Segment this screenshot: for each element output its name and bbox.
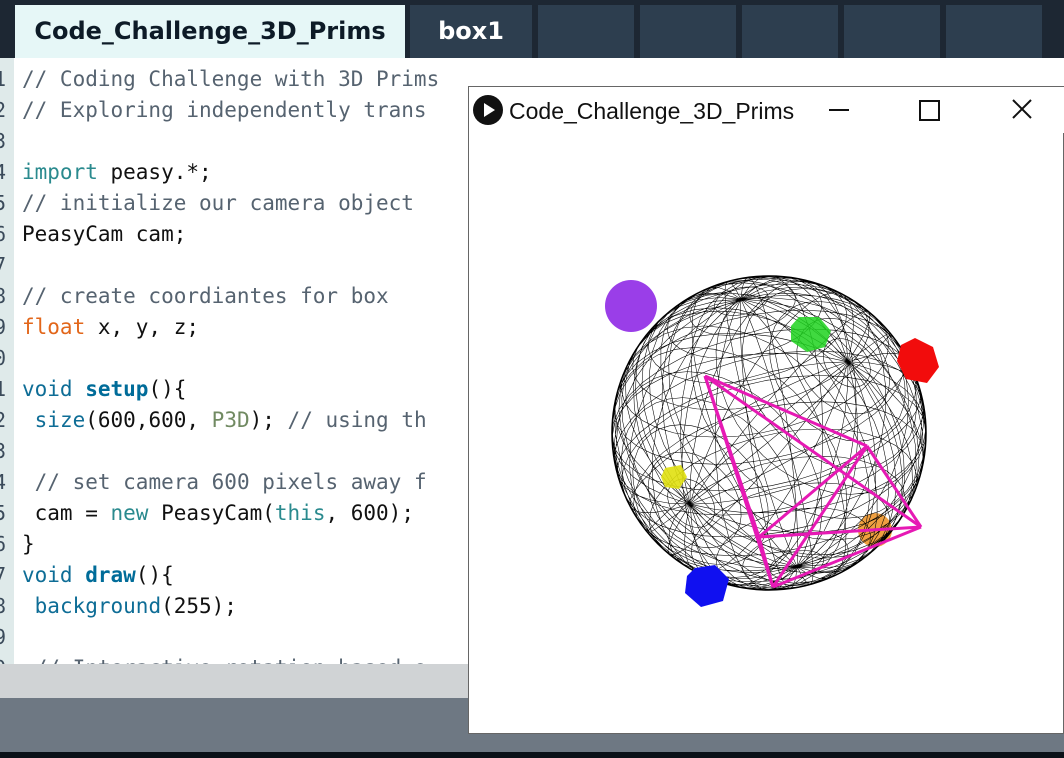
tab-4[interactable] [640,5,736,58]
minimize-button[interactable] [811,87,867,133]
line-number: 0 [0,653,14,664]
code-line: // create coordiantes for box [22,284,389,308]
line-number: 2 [0,408,7,432]
line-number: 7 [0,253,7,277]
close-icon [1012,99,1032,119]
line-number: 4 [0,470,7,494]
code-line: // Coding Challenge with 3D Prims [22,67,440,91]
code-line: PeasyCam cam; [22,222,187,246]
editor-tab-bar: Code_Challenge_3D_Prims box1 [0,0,1064,58]
green-shape [791,317,831,352]
code-line: void draw(){ [22,563,174,587]
line-number: 5 [0,501,7,525]
line-number: 1 [0,377,7,401]
code-line: } [22,532,35,556]
purple-sphere [605,280,657,332]
line-number: 7 [0,563,7,587]
tab-box1[interactable]: box1 [410,5,532,58]
line-number: 5 [0,191,7,215]
sketch-window[interactable]: Code_Challenge_3D_Prims [468,86,1064,734]
close-button[interactable] [994,87,1050,133]
line-number: 8 [0,284,7,308]
pyramid-edge [704,374,922,529]
line-number: 2 [0,98,7,122]
line-number: 4 [0,160,7,184]
code-line: cam = new PeasyCam(this, 600); [22,501,414,525]
processing-play-icon [473,95,503,125]
line-number: 3 [0,129,7,153]
code-line: // Exploring independently trans [22,98,427,122]
tab-7[interactable] [946,5,1042,58]
line-number: 6 [0,532,7,556]
code-line: background(255); [34,594,237,618]
code-line: import peasy.*; [22,160,212,184]
sketch-titlebar[interactable]: Code_Challenge_3D_Prims [469,87,1064,133]
tab-code-challenge[interactable]: Code_Challenge_3D_Prims [15,5,405,58]
tab-3[interactable] [538,5,634,58]
sketch-window-title: Code_Challenge_3D_Prims [509,98,795,124]
code-line: // Interactive rotation based o [22,653,427,664]
maximize-button[interactable] [901,87,957,133]
blue-shape [685,565,729,607]
sketch-canvas[interactable] [469,133,1064,733]
line-number: 9 [0,625,7,649]
line-number: 9 [0,315,7,339]
line-number-gutter: 1 2 3 4 5 6 7 8 9 0 1 2 3 4 5 6 7 8 9 0 [0,58,14,664]
code-line: size(600,600, P3D); // using th [34,408,427,432]
code-line: // set camera 600 pixels away f [34,470,427,494]
code-line: void setup(){ [22,377,187,401]
window-bottom-edge [0,752,1064,758]
line-number: 6 [0,222,7,246]
code-line: // initialize our camera object [22,191,414,215]
minimize-icon [829,109,849,111]
code-line: float x, y, z; [22,315,200,339]
maximize-icon [919,100,940,121]
line-number: 3 [0,439,7,463]
tab-5[interactable] [742,5,838,58]
line-number: 0 [0,346,7,370]
tab-6[interactable] [844,5,940,58]
line-number: 1 [0,67,7,91]
line-number: 8 [0,594,7,618]
